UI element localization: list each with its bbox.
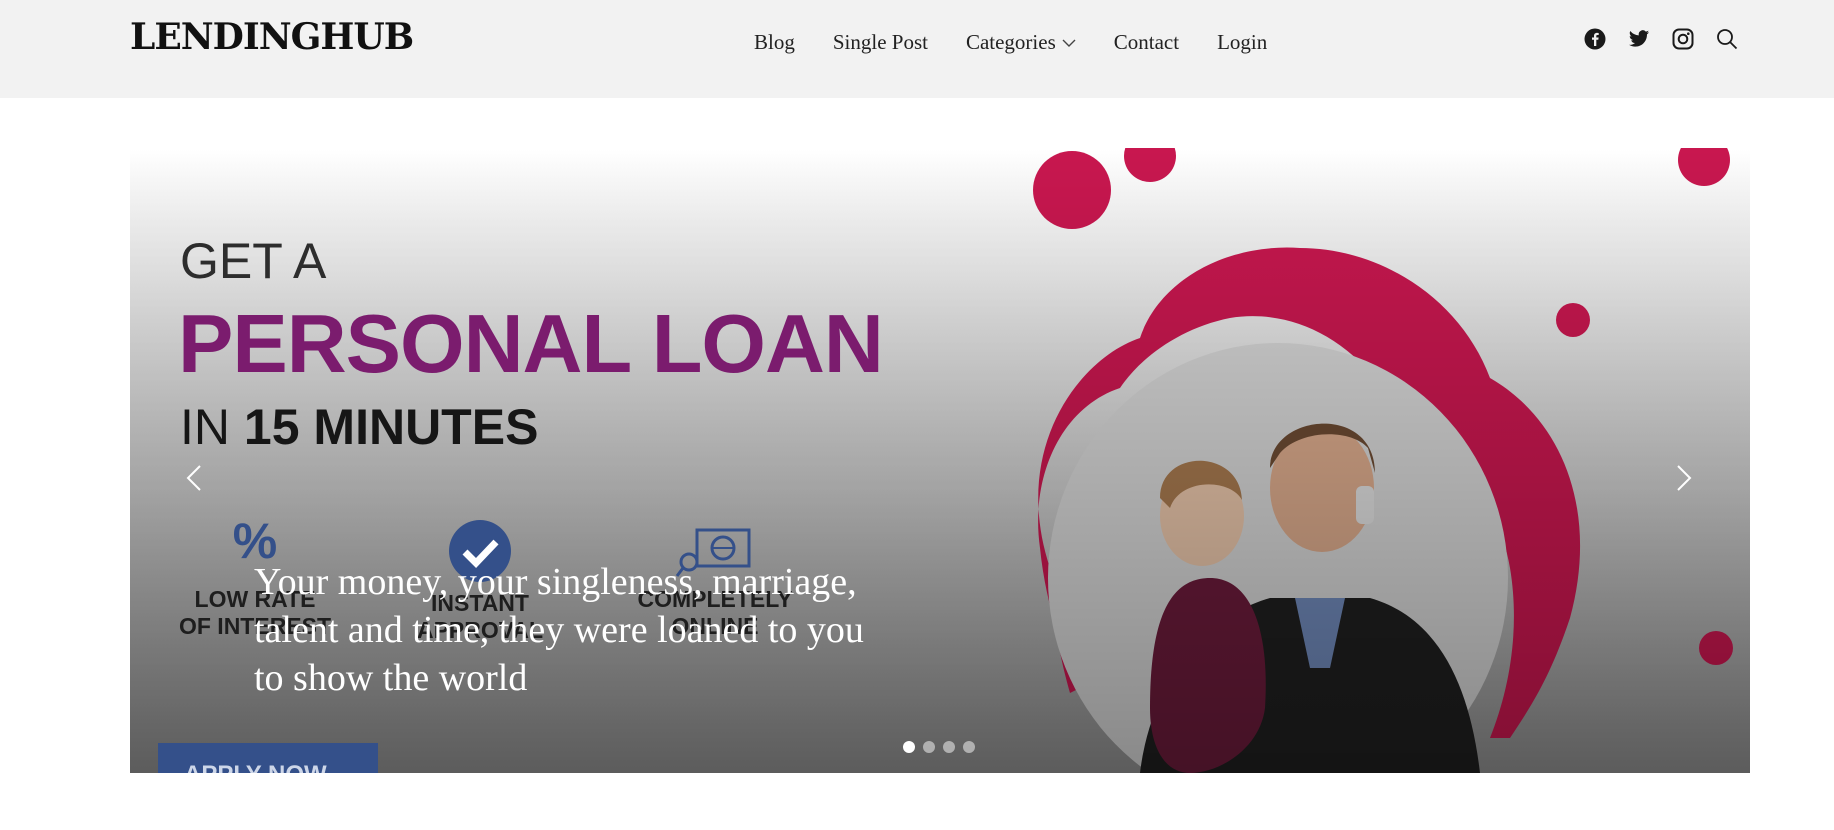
slider-dot-4[interactable] [963, 741, 975, 753]
site-header: LENDINGHUB Blog Single Post Categories C… [0, 0, 1834, 98]
slider-dot-1[interactable] [903, 741, 915, 753]
slider-dot-2[interactable] [923, 741, 935, 753]
nav-item-login[interactable]: Login [1217, 30, 1267, 55]
instagram-icon[interactable] [1672, 28, 1694, 50]
nav-label: Blog [754, 30, 795, 54]
slider-prev-arrow-icon[interactable] [178, 448, 208, 508]
hero-slider: GET A PERSONAL LOAN IN 15 MINUTES % LOW … [130, 148, 1750, 773]
banner-get-a: GET A [180, 233, 327, 289]
nav-item-blog[interactable]: Blog [754, 30, 795, 55]
nav-label: Categories [965, 30, 1056, 54]
banner-in-15-minutes: IN 15 MINUTES [180, 398, 538, 456]
banner-15-minutes: 15 MINUTES [243, 399, 539, 455]
slide-caption: Your money, your singleness, marriage, t… [254, 561, 864, 699]
social-links [1584, 28, 1738, 50]
twitter-icon[interactable] [1628, 28, 1650, 50]
nav-item-single-post[interactable]: Single Post [833, 30, 928, 55]
slider-dot-3[interactable] [943, 741, 955, 753]
banner-personal-loan: PERSONAL LOAN [178, 297, 884, 390]
apply-now-button[interactable]: APPLY NOW [158, 743, 378, 773]
nav-item-categories[interactable]: Categories [966, 30, 1076, 55]
slider-dots [903, 741, 975, 753]
nav-item-contact[interactable]: Contact [1114, 30, 1179, 55]
nav-label: Single Post [832, 30, 928, 54]
site-logo[interactable]: LENDINGHUB [130, 16, 414, 58]
main-nav: Blog Single Post Categories Contact Logi… [754, 30, 1305, 55]
search-icon[interactable] [1716, 28, 1738, 50]
nav-label: Contact [1113, 30, 1180, 54]
facebook-icon[interactable] [1584, 28, 1606, 50]
nav-label: Login [1217, 30, 1268, 54]
slider-next-arrow-icon[interactable] [1670, 448, 1700, 508]
chevron-down-icon [1062, 39, 1076, 47]
banner-in: IN [180, 399, 244, 455]
